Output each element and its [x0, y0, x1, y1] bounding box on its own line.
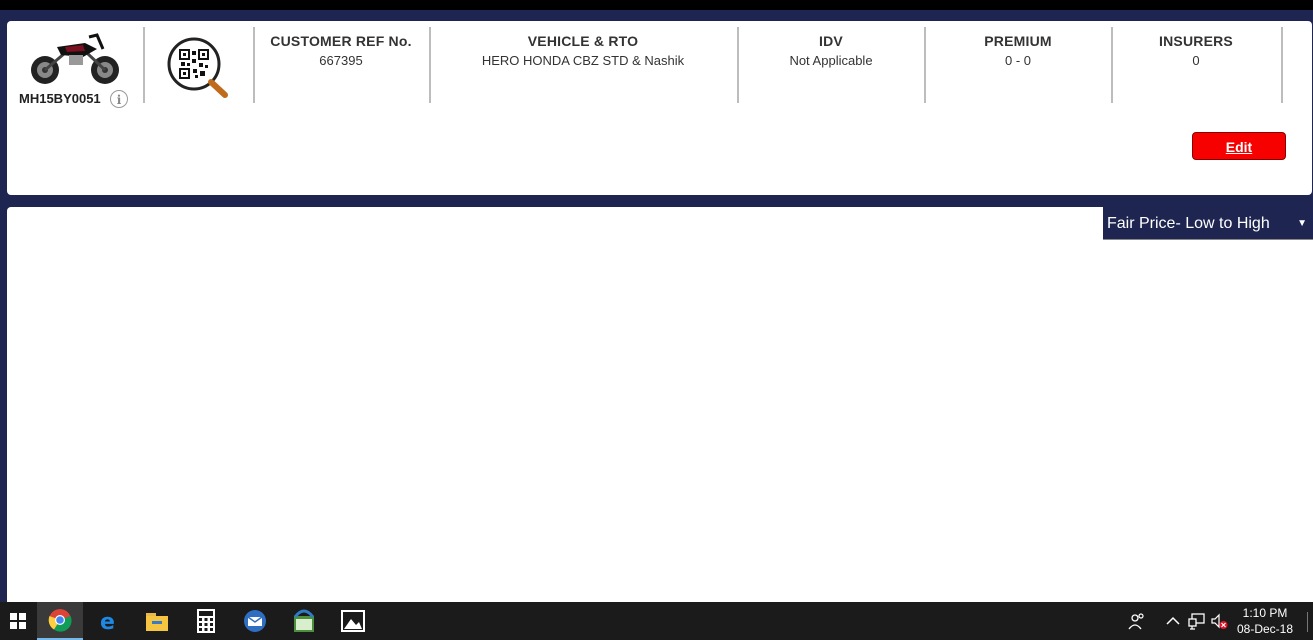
edge-icon[interactable]: e: [86, 602, 132, 640]
vehicle-rto-title: VEHICLE & RTO: [527, 33, 639, 49]
network-icon[interactable]: [1188, 612, 1206, 630]
policy-summary-card: MH15BY0051 i CUSTOMER REF No. 667395 VEH…: [7, 21, 1312, 195]
customer-ref-value: 667395: [319, 53, 363, 68]
windows-taskbar: e 1:10 PM 08-Dec-18: [0, 602, 1313, 640]
clock-date: 08-Dec-18: [1236, 622, 1294, 636]
sort-selected-value: Fair Price- Low to High: [1107, 215, 1270, 232]
customer-ref-column: CUSTOMER REF No. 667395: [263, 33, 419, 68]
info-icon[interactable]: i: [110, 90, 128, 108]
premium-value: 0 - 0: [1004, 53, 1031, 68]
premium-column: PREMIUM 0 - 0: [934, 33, 1102, 68]
people-icon[interactable]: [1128, 612, 1146, 630]
browser-top-strip: [0, 0, 1313, 10]
insurers-column: INSURERS 0: [1121, 33, 1271, 68]
column-divider: [737, 27, 739, 103]
insurers-value: 0: [1192, 53, 1200, 68]
registration-number: MH15BY0051: [19, 91, 101, 106]
chevron-down-icon: ▼: [1297, 218, 1307, 229]
svg-text:e: e: [100, 610, 115, 633]
column-divider: [924, 27, 926, 103]
column-divider: [1281, 27, 1283, 103]
column-divider: [1111, 27, 1113, 103]
results-panel: Fair Price- Low to High ▼: [7, 207, 1313, 602]
chevron-up-icon[interactable]: [1164, 612, 1182, 630]
qr-search-icon[interactable]: [165, 35, 231, 101]
motorcycle-image: [31, 33, 119, 84]
edit-button[interactable]: Edit: [1192, 132, 1286, 160]
idv-column: IDV Not Applicable: [747, 33, 915, 68]
idv-value: Not Applicable: [789, 53, 873, 68]
column-divider: [429, 27, 431, 103]
column-divider: [253, 27, 255, 103]
outlook-icon[interactable]: [232, 602, 278, 640]
volume-muted-icon[interactable]: [1210, 612, 1228, 630]
idv-title: IDV: [819, 33, 843, 49]
file-explorer-icon[interactable]: [134, 602, 180, 640]
chrome-icon[interactable]: [37, 602, 83, 640]
app-icon[interactable]: [281, 602, 327, 640]
premium-title: PREMIUM: [984, 33, 1052, 49]
windows-start-icon[interactable]: [0, 602, 36, 640]
clock-time: 1:10 PM: [1242, 606, 1288, 620]
calculator-icon[interactable]: [183, 602, 229, 640]
show-desktop-button[interactable]: [1307, 612, 1308, 632]
sort-dropdown[interactable]: Fair Price- Low to High ▼: [1103, 207, 1313, 240]
column-divider: [143, 27, 145, 103]
insurers-title: INSURERS: [1159, 33, 1233, 49]
vehicle-rto-value: HERO HONDA CBZ STD & Nashik: [481, 53, 685, 68]
system-clock[interactable]: 1:10 PM 08-Dec-18: [1232, 605, 1298, 637]
customer-ref-title: CUSTOMER REF No.: [270, 33, 412, 49]
photos-icon[interactable]: [330, 602, 376, 640]
vehicle-rto-column: VEHICLE & RTO HERO HONDA CBZ STD & Nashi…: [439, 33, 727, 68]
